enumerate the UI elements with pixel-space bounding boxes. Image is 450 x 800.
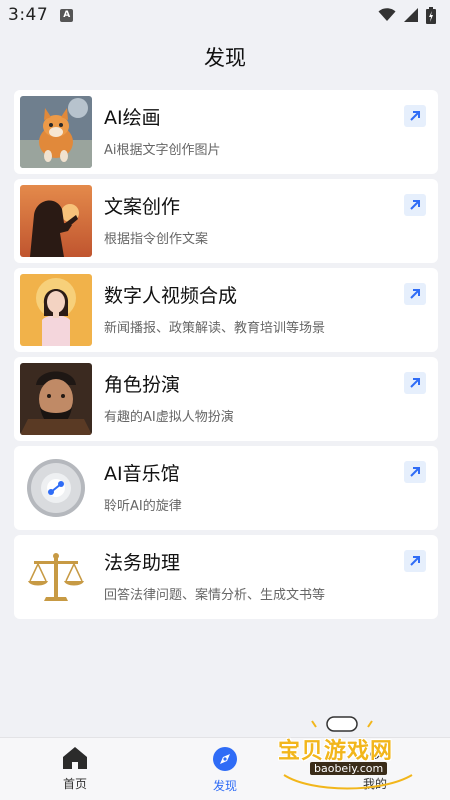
role-play-thumbnail xyxy=(20,363,92,435)
nav-label: 首页 xyxy=(62,777,87,791)
status-icons xyxy=(378,6,436,24)
open-arrow-icon[interactable] xyxy=(404,372,426,394)
feature-card-copywriting[interactable]: 文案创作 根据指令创作文案 xyxy=(14,179,438,263)
copywriting-thumbnail xyxy=(20,185,92,257)
feature-card-digital-human[interactable]: 数字人视频合成 新闻播报、政策解读、教育培训等场景 xyxy=(14,268,438,352)
nav-label: 发现 xyxy=(212,779,237,793)
feature-card-legal-assistant[interactable]: 法务助理 回答法律问题、案情分析、生成文书等 xyxy=(14,535,438,619)
feature-desc: 新闻播报、政策解读、教育培训等场景 xyxy=(104,321,326,336)
status-bar: 3:47 A xyxy=(0,0,450,30)
feature-title: 文案创作 xyxy=(104,196,181,218)
feature-list: AI绘画 Ai根据文字创作图片 文案创作 根据指令创作文案 数字人视频合成 新闻… xyxy=(14,90,438,624)
open-arrow-icon[interactable] xyxy=(404,194,426,216)
feature-title: AI绘画 xyxy=(104,107,161,129)
feature-card-ai-music[interactable]: AI音乐馆 聆听AI的旋律 xyxy=(14,446,438,530)
open-arrow-icon[interactable] xyxy=(404,461,426,483)
feature-title: AI音乐馆 xyxy=(104,463,180,485)
open-arrow-icon[interactable] xyxy=(404,550,426,572)
home-icon xyxy=(63,747,87,769)
digital-human-thumbnail xyxy=(20,274,92,346)
watermark-url: baobeiy.com xyxy=(310,762,388,775)
ai-painting-thumbnail xyxy=(20,96,92,168)
compass-icon xyxy=(213,747,237,771)
open-arrow-icon[interactable] xyxy=(404,283,426,305)
feature-desc: Ai根据文字创作图片 xyxy=(104,143,221,158)
legal-scales-icon xyxy=(20,541,92,613)
notification-icon: A xyxy=(60,8,74,22)
ai-music-thumbnail xyxy=(20,452,92,524)
battery-icon xyxy=(426,6,436,24)
feature-card-ai-painting[interactable]: AI绘画 Ai根据文字创作图片 xyxy=(14,90,438,174)
status-time: 3:47 xyxy=(8,5,49,25)
nav-item-home[interactable]: 首页 xyxy=(45,746,105,792)
feature-desc: 回答法律问题、案情分析、生成文书等 xyxy=(104,588,326,603)
open-arrow-icon[interactable] xyxy=(404,105,426,127)
wifi-icon xyxy=(378,8,396,21)
feature-desc: 聆听AI的旋律 xyxy=(104,499,182,514)
nav-item-discover[interactable]: 发现 xyxy=(195,746,255,794)
watermark-text: 宝贝游戏网 xyxy=(278,739,394,764)
feature-desc: 有趣的AI虚拟人物扮演 xyxy=(104,410,234,425)
feature-card-role-play[interactable]: 角色扮演 有趣的AI虚拟人物扮演 xyxy=(14,357,438,441)
feature-desc: 根据指令创作文案 xyxy=(104,232,209,247)
feature-title: 角色扮演 xyxy=(104,374,181,396)
page-title: 发现 xyxy=(204,46,246,70)
feature-title: 法务助理 xyxy=(104,552,181,574)
watermark-logo: 宝贝游戏网 baobeiy.com xyxy=(272,715,422,795)
feature-title: 数字人视频合成 xyxy=(104,285,238,307)
signal-icon xyxy=(404,8,418,22)
